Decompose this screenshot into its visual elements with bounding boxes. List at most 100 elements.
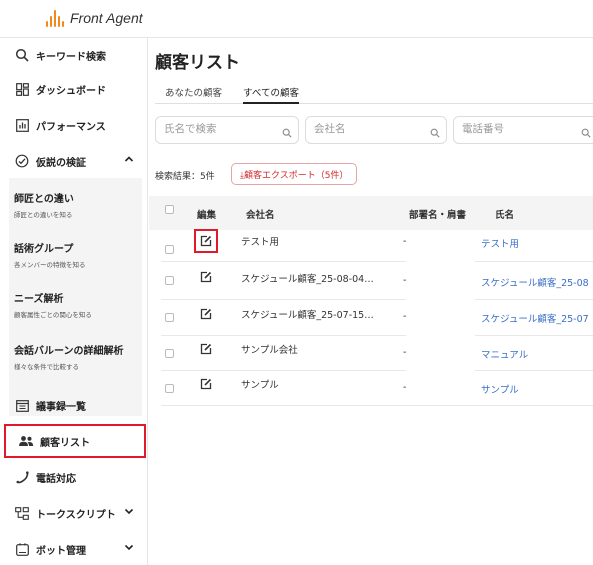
bar-chart-icon (14, 118, 30, 132)
chevron-down-icon (124, 542, 134, 555)
phone-search-field[interactable] (453, 116, 593, 144)
edit-icon[interactable] (195, 266, 217, 288)
cell-department: - (403, 347, 407, 358)
submenu-title: ニーズ解析 (14, 294, 64, 305)
table-header: 編集 会社名 部署名・肩書 氏名 (149, 196, 593, 230)
column-header-company: 会社名 (246, 210, 275, 221)
name-search-input[interactable] (164, 123, 254, 135)
cell-name-link[interactable]: サンプル (481, 382, 519, 396)
submenu-item-needs-analysis[interactable]: ニーズ解析 顧客属性ごとの関心を知る (14, 290, 92, 319)
app-logo[interactable]: Front Agent (46, 9, 143, 27)
table-row[interactable]: スケジュール顧客_25-07-15… - スケジュール顧客_25-07 (149, 300, 593, 336)
sidebar-item-keyword-search[interactable]: キーワード検索 (0, 38, 148, 72)
sidebar-item-dashboard[interactable]: ダッシュボード (0, 72, 148, 106)
sidebar-item-minutes[interactable]: 議事録一覧 (0, 388, 148, 422)
submenu-item-speech-group[interactable]: 話術グループ 各メンバーの特徴を知る (14, 240, 86, 269)
cell-name-link[interactable]: スケジュール顧客_25-07 (481, 311, 589, 325)
cell-name-link[interactable]: マニュアル (481, 347, 528, 361)
cell-company: サンプル (241, 380, 279, 391)
row-divider (475, 261, 593, 262)
submenu-title: 会話バルーンの詳細解析 (14, 346, 124, 357)
phone-search-input[interactable] (462, 123, 552, 135)
table-row[interactable]: スケジュール顧客_25-08-04… - スケジュール顧客_25-08 (149, 263, 593, 299)
sidebar-item-label: 仮説の検証 (36, 157, 86, 169)
sidebar-item-label: トークスクリプト (36, 509, 116, 521)
row-divider (161, 261, 406, 262)
cell-department: - (403, 311, 407, 322)
select-all-checkbox[interactable] (165, 205, 174, 214)
column-header-name: 氏名 (495, 210, 515, 221)
sidebar: キーワード検索 ダッシュボード パフォーマンス 仮説の検証 師匠との違い 師匠と… (0, 38, 148, 565)
sidebar-item-label: ダッシュボード (36, 85, 106, 97)
row-checkbox[interactable] (165, 313, 174, 322)
row-checkbox[interactable] (165, 384, 174, 393)
cell-company: スケジュール顧客_25-07-15… (241, 310, 374, 321)
edit-icon[interactable] (195, 303, 217, 325)
cell-name-link[interactable]: テスト用 (481, 236, 519, 250)
sidebar-item-label: 電話対応 (36, 473, 76, 485)
cell-company: テスト用 (241, 237, 280, 248)
search-result-count: 検索結果：5件 (155, 172, 215, 182)
search-icon[interactable] (430, 123, 440, 142)
cell-department: - (403, 275, 407, 286)
sidebar-item-performance[interactable]: パフォーマンス (0, 108, 148, 142)
company-search-input[interactable] (314, 123, 404, 135)
search-icon[interactable] (282, 123, 292, 142)
phone-icon (14, 470, 30, 484)
submenu-desc: 各メンバーの特徴を知る (14, 261, 86, 269)
submenu-title: 師匠との違い (14, 194, 74, 205)
tab-all-customers[interactable]: すべての顧客 (243, 85, 299, 104)
verify-icon (14, 154, 30, 168)
submenu-item-master-diff[interactable]: 師匠との違い 師匠との違いを知る (14, 190, 74, 219)
name-search-field[interactable] (155, 116, 299, 144)
cell-department: - (403, 236, 407, 247)
row-checkbox[interactable] (165, 276, 174, 285)
calendar-icon (14, 399, 30, 412)
sidebar-item-phone[interactable]: 電話対応 (0, 460, 148, 494)
bot-icon (14, 542, 30, 556)
sidebar-item-hypothesis[interactable]: 仮説の検証 (0, 144, 148, 178)
top-bar: Front Agent (0, 0, 593, 38)
sidebar-item-customer-list[interactable]: 顧客リスト (4, 424, 146, 458)
search-icon[interactable] (581, 123, 591, 142)
export-customers-button[interactable]: ⤓顧客エクスポート（5件） (231, 163, 358, 185)
company-search-field[interactable] (305, 116, 447, 144)
edit-icon[interactable] (194, 229, 218, 253)
dashboard-icon (14, 82, 30, 96)
submenu-desc: 師匠との違いを知る (14, 211, 73, 219)
sidebar-item-label: ボット管理 (36, 545, 86, 557)
edit-icon[interactable] (195, 373, 217, 395)
table-row[interactable]: サンプル会社 - マニュアル (149, 336, 593, 372)
logo-icon (46, 9, 64, 27)
table-row[interactable]: サンプル - サンプル (149, 371, 593, 407)
column-header-department: 部署名・肩書 (409, 210, 467, 221)
search-icon (14, 48, 30, 62)
users-icon (18, 435, 34, 447)
sidebar-item-label: 議事録一覧 (36, 401, 86, 413)
chevron-up-icon (124, 154, 134, 167)
row-checkbox[interactable] (165, 245, 174, 254)
page-title: 顧客リスト (155, 53, 240, 73)
main-content: 顧客リスト あなたの顧客 すべての顧客 検索結果：5件 ⤓顧客エクスポート（5件… (149, 38, 593, 565)
sidebar-item-label: パフォーマンス (36, 121, 106, 133)
chevron-down-icon (124, 506, 134, 519)
sidebar-item-label: キーワード検索 (36, 51, 106, 63)
column-header-edit: 編集 (197, 210, 217, 221)
cell-name-link[interactable]: スケジュール顧客_25-08 (481, 275, 589, 289)
submenu-title: 話術グループ (14, 244, 74, 255)
app-name: Front Agent (70, 10, 143, 26)
row-divider (161, 405, 593, 406)
sidebar-item-bot-management[interactable]: ボット管理 (0, 532, 148, 565)
submenu-item-balloon-analysis[interactable]: 会話バルーンの詳細解析 様々な条件で比較する (14, 342, 124, 371)
tab-your-customers[interactable]: あなたの顧客 (165, 85, 222, 104)
script-icon (14, 506, 30, 520)
sidebar-item-talk-script[interactable]: トークスクリプト (0, 496, 148, 530)
edit-icon[interactable] (195, 338, 217, 360)
cell-company: サンプル会社 (241, 345, 298, 356)
submenu-desc: 様々な条件で比較する (14, 363, 79, 371)
submenu-desc: 顧客属性ごとの関心を知る (14, 311, 92, 319)
sidebar-item-label: 顧客リスト (40, 437, 90, 449)
row-checkbox[interactable] (165, 349, 174, 358)
customer-tabs: あなたの顧客 すべての顧客 (155, 82, 593, 104)
cell-department: - (403, 382, 407, 393)
